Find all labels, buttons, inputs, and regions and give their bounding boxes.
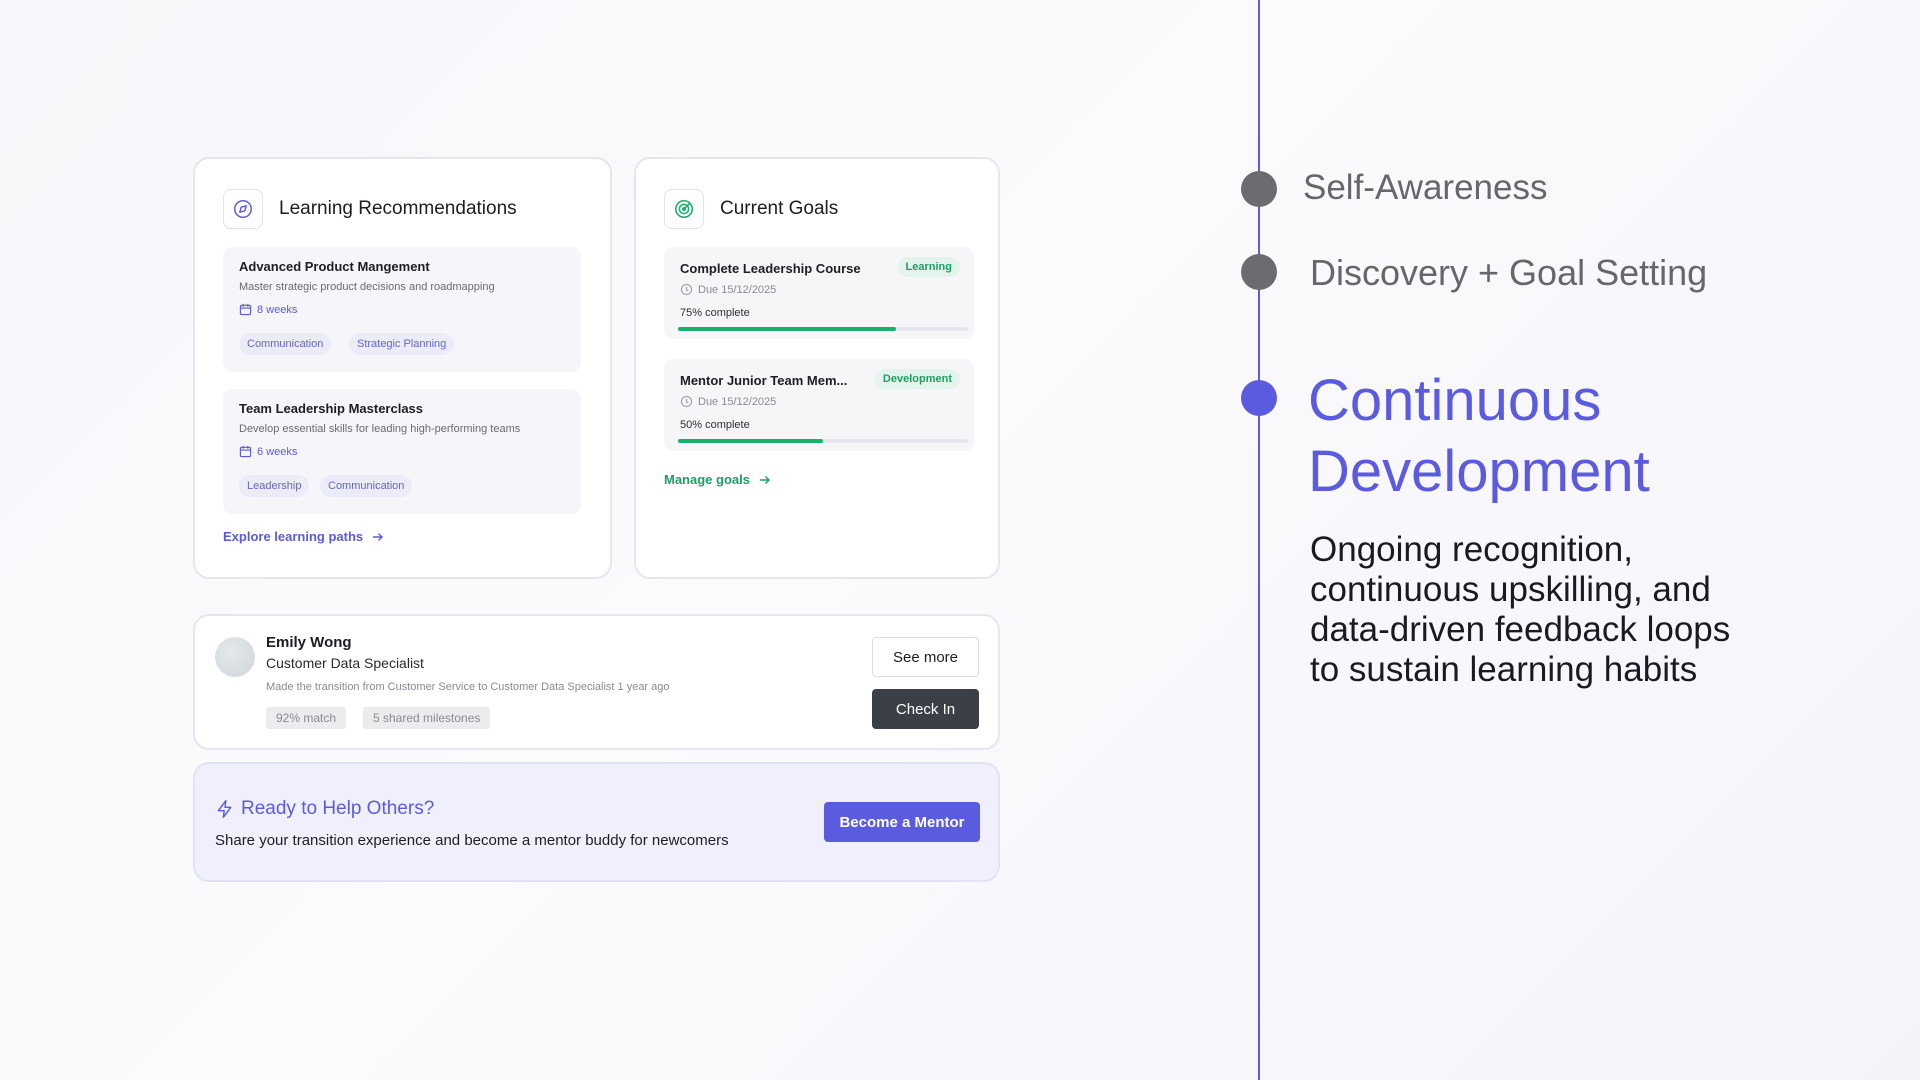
explore-learning-paths-label: Explore learning paths [223,529,364,544]
timeline-step-self-awareness: Self-Awareness [1303,168,1548,207]
see-more-button[interactable]: See more [872,637,979,677]
course-title: Team Leadership Masterclass [239,401,424,416]
arrow-right-icon [373,532,384,541]
goal-progress-fill [678,439,823,443]
lightning-icon [217,799,232,819]
description-line: to sustain learning habits [1310,650,1698,689]
timeline-active-title-line1: Continuous [1308,368,1602,433]
current-goals-card: Current Goals Complete Leadership Course… [634,157,1000,579]
timeline-line [1258,0,1260,1080]
clock-icon [680,395,693,408]
buddy-transition-note: Made the transition from Customer Servic… [266,681,670,693]
course-duration-label: 8 weeks [257,303,298,316]
timeline-active-title-line2: Development [1308,439,1650,504]
avatar [215,637,255,677]
description-line: Ongoing recognition, [1310,530,1633,569]
banner-title-row: Ready to Help Others? [215,798,434,820]
target-icon [664,189,704,229]
buddy-name: Emily Wong [266,634,352,651]
course-description: Master strategic product decisions and r… [239,281,495,293]
skill-tag: Strategic Planning [349,333,455,355]
buddy-role: Customer Data Specialist [266,655,424,671]
skill-tag: Communication [239,333,332,355]
become-mentor-banner: Ready to Help Others? Share your transit… [193,762,1000,882]
course-item[interactable]: Advanced Product Mangement Master strate… [223,247,581,372]
course-duration: 8 weeks [239,303,297,316]
mentor-buddy-card: Emily Wong Customer Data Specialist Made… [193,614,1000,750]
calendar-icon [239,445,252,458]
skill-tag: Leadership [239,475,310,497]
timeline-dot-discovery [1241,254,1277,290]
goal-due-label: Due 15/12/2025 [698,283,777,296]
clock-icon [680,283,693,296]
course-title: Advanced Product Mangement [239,259,430,274]
arrow-right-icon [759,475,770,484]
goal-progress-fill [678,327,896,331]
timeline-dot-continuous-development [1241,380,1277,416]
description-line: continuous upskilling, and [1310,570,1711,609]
timeline-dot-self-awareness [1241,171,1277,207]
course-duration: 6 weeks [239,445,297,458]
goal-title: Mentor Junior Team Mem... [680,373,848,388]
timeline-step-discovery: Discovery + Goal Setting [1310,252,1708,293]
goal-progress-label: 75% complete [680,307,750,319]
goal-item[interactable]: Mentor Junior Team Mem... Development Du… [664,359,974,451]
milestones-chip: 5 shared milestones [363,707,491,729]
learning-recommendations-card: Learning Recommendations Advanced Produc… [193,157,612,579]
timeline-active-description: Ongoing recognition, continuous upskilli… [1310,530,1730,690]
course-duration-label: 6 weeks [257,445,298,458]
goals-card-title: Current Goals [720,198,839,219]
goal-due-date: Due 15/12/2025 [680,395,776,408]
explore-learning-paths-link[interactable]: Explore learning paths [223,529,385,544]
skill-tag: Communication [320,475,413,497]
calendar-icon [239,303,252,316]
manage-goals-link[interactable]: Manage goals [664,472,772,487]
goal-progress-bar [678,439,968,443]
goal-progress-label: 50% complete [680,419,750,431]
check-in-button[interactable]: Check In [872,689,979,729]
compass-icon [223,189,263,229]
goals-card-header: Current Goals [664,189,838,229]
become-mentor-button[interactable]: Become a Mentor [824,802,980,842]
banner-description: Share your transition experience and bec… [215,832,729,849]
course-description: Develop essential skills for leading hig… [239,423,521,435]
goal-progress-bar [678,327,968,331]
course-item[interactable]: Team Leadership Masterclass Develop esse… [223,389,581,514]
goal-category-badge: Development [874,369,960,389]
banner-title: Ready to Help Others? [241,798,435,819]
learning-card-header: Learning Recommendations [223,189,517,229]
goal-category-badge: Learning [897,257,960,277]
goal-title: Complete Leadership Course [680,261,861,276]
learning-card-title: Learning Recommendations [279,198,517,219]
goal-item[interactable]: Complete Leadership Course Learning Due … [664,247,974,339]
goal-due-date: Due 15/12/2025 [680,283,776,296]
match-chip: 92% match [266,707,347,729]
description-line: data-driven feedback loops [1310,610,1731,649]
manage-goals-label: Manage goals [664,472,750,487]
goal-due-label: Due 15/12/2025 [698,395,777,408]
